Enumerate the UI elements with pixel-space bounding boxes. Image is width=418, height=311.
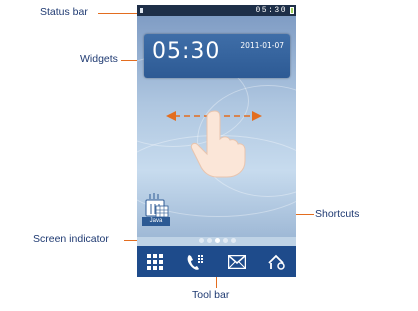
home-gear-icon [268, 254, 285, 270]
shortcut-java[interactable]: Java [142, 192, 170, 226]
phone-screen: 05:30 05:30 2011-01-07 Java [137, 5, 296, 277]
app-grid-icon [147, 254, 163, 270]
screen-indicator-dot[interactable] [223, 238, 228, 243]
home-settings-button[interactable] [266, 252, 288, 272]
callout-shortcuts: Shortcuts [315, 208, 360, 220]
clock-date: 2011-01-07 [240, 41, 284, 50]
signal-icon [140, 8, 143, 13]
status-bar-time: 05:30 [255, 6, 287, 15]
callout-tool-bar: Tool bar [192, 289, 230, 301]
callout-screen-indicator: Screen indicator [33, 233, 109, 245]
message-button[interactable] [226, 252, 248, 272]
screen-indicator-dot-active[interactable] [215, 238, 220, 243]
screen-indicator-dot[interactable] [207, 238, 212, 243]
clock-time: 05:30 [152, 39, 221, 64]
clock-widget[interactable]: 05:30 2011-01-07 [144, 34, 290, 78]
screen-indicator-dot[interactable] [199, 238, 204, 243]
leader-line-status-bar [98, 13, 138, 14]
dialer-icon [187, 255, 203, 270]
shortcut-label: Java [142, 217, 170, 226]
status-bar[interactable]: 05:30 [137, 5, 296, 16]
app-grid-button[interactable] [144, 252, 166, 272]
callout-widgets: Widgets [80, 53, 118, 65]
hand-gesture-icon [190, 110, 246, 178]
tool-bar [137, 246, 296, 277]
java-icon [145, 193, 169, 218]
screen-indicator-dot[interactable] [231, 238, 236, 243]
message-icon [228, 255, 246, 269]
callout-status-bar: Status bar [40, 6, 88, 18]
battery-icon [290, 7, 294, 14]
dialer-button[interactable] [185, 252, 207, 272]
screen-indicator[interactable] [195, 238, 245, 244]
